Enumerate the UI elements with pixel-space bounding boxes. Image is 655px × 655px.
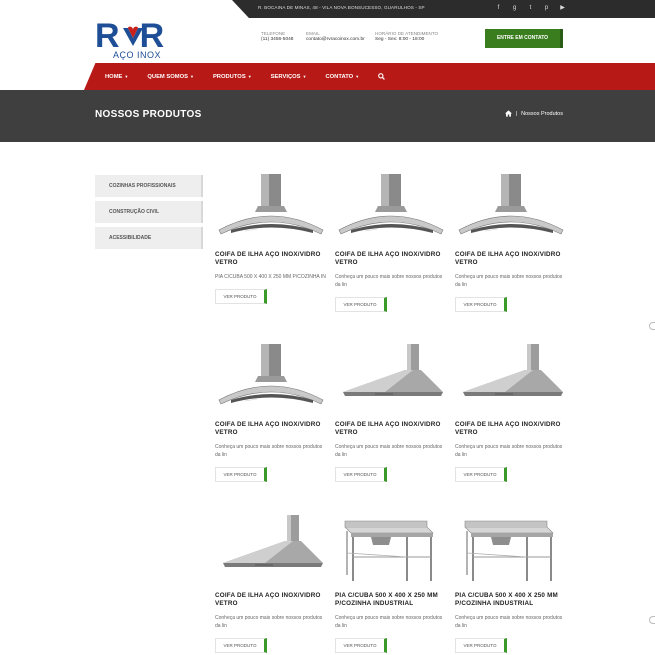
chevron-down-icon: ▼ bbox=[355, 74, 360, 79]
nav-label: CONTATO bbox=[325, 73, 354, 80]
address-text: R. BOCAINA DE MINAS, 48 - VILA NOVA BONS… bbox=[258, 5, 425, 10]
product-image[interactable] bbox=[455, 172, 567, 242]
product-card[interactable]: COIFA DE ILHA AÇO INOX/VIDRO VETRO PIA C… bbox=[215, 172, 327, 304]
product-description: Conheça um pouco mais sobre nossos produ… bbox=[455, 274, 563, 288]
hours-label: HORÁRIO DE ATENDIMENTO bbox=[375, 31, 439, 36]
youtube-icon[interactable]: ▶ bbox=[558, 4, 567, 13]
hours-value: Seg - Sex: 8:00 - 18:00 bbox=[375, 37, 425, 42]
email-value[interactable]: contato@rvracoinox.com.br bbox=[306, 37, 365, 43]
view-product-button[interactable]: VER PRODUTO bbox=[215, 289, 267, 304]
product-image[interactable] bbox=[215, 342, 327, 412]
chevron-down-icon: ▼ bbox=[247, 74, 252, 79]
email-label: EMAIL bbox=[306, 31, 320, 36]
google-plus-icon[interactable]: g bbox=[510, 4, 519, 13]
hours-block: HORÁRIO DE ATENDIMENTO Seg - Sex: 8:00 -… bbox=[375, 31, 438, 43]
social-links: f g t p ▶ bbox=[494, 4, 567, 13]
chevron-down-icon: ▼ bbox=[189, 74, 194, 79]
page-title-band: NOSSOS PRODUTOS | Nossos Produtos bbox=[0, 90, 655, 142]
search-icon[interactable] bbox=[378, 73, 386, 80]
product-name[interactable]: PIA C/CUBA 500 X 400 X 250 MM P/COZINHA … bbox=[335, 592, 447, 607]
product-description: PIA C/CUBA 500 X 400 X 250 MM P/COZINHA … bbox=[215, 274, 326, 280]
breadcrumb: | Nossos Produtos bbox=[504, 110, 563, 117]
product-description: Conheça um pouco mais sobre nossos produ… bbox=[335, 615, 443, 629]
product-description: Conheça um pouco mais sobre nossos produ… bbox=[455, 444, 563, 458]
product-description: Conheça um pouco mais sobre nossos produ… bbox=[215, 444, 323, 458]
nav-label: SERVIÇOS bbox=[270, 73, 301, 80]
view-product-button[interactable]: VER PRODUTO bbox=[455, 638, 507, 653]
view-product-button[interactable]: VER PRODUTO bbox=[455, 467, 507, 482]
view-product-button[interactable]: VER PRODUTO bbox=[335, 638, 387, 653]
view-product-button[interactable]: VER PRODUTO bbox=[335, 467, 387, 482]
main-nav: HOME ▼ QUEM SOMOS ▼ PRODUTOS ▼ SERVIÇOS ▼ CO… bbox=[105, 63, 404, 90]
phone-label: TELEFONE bbox=[261, 31, 286, 36]
product-card[interactable]: COIFA DE ILHA AÇO INOX/VIDRO VETRO Conhe… bbox=[215, 513, 327, 653]
breadcrumb-current: Nossos Produtos bbox=[521, 110, 563, 117]
logo-heart-icon bbox=[123, 26, 143, 46]
email-block: EMAIL contato@rvracoinox.com.br bbox=[306, 31, 365, 43]
product-description: Conheça um pouco mais sobre nossos produ… bbox=[215, 615, 323, 629]
product-name[interactable]: COIFA DE ILHA AÇO INOX/VIDRO VETRO bbox=[215, 251, 327, 266]
nav-item-home[interactable]: HOME ▼ bbox=[105, 74, 128, 80]
product-name[interactable]: PIA C/CUBA 500 X 400 X 250 MM P/COZINHA … bbox=[455, 592, 567, 607]
page-title: NOSSOS PRODUTOS bbox=[95, 109, 202, 120]
chevron-down-icon: ▼ bbox=[124, 74, 129, 79]
product-description: Conheça um pouco mais sobre nossos produ… bbox=[455, 615, 563, 629]
product-card[interactable]: COIFA DE ILHA AÇO INOX/VIDRO VETRO Conhe… bbox=[335, 172, 447, 312]
product-card[interactable]: COIFA DE ILHA AÇO INOX/VIDRO VETRO Conhe… bbox=[455, 342, 567, 482]
product-card[interactable]: COIFA DE ILHA AÇO INOX/VIDRO VETRO Conhe… bbox=[215, 342, 327, 482]
product-image[interactable] bbox=[455, 513, 567, 583]
nav-label: PRODUTOS bbox=[212, 73, 246, 80]
scroll-handle[interactable] bbox=[649, 322, 655, 330]
site-logo[interactable]: RR AÇO INOX bbox=[95, 19, 177, 62]
product-name[interactable]: COIFA DE ILHA AÇO INOX/VIDRO VETRO bbox=[335, 421, 447, 436]
product-name[interactable]: COIFA DE ILHA AÇO INOX/VIDRO VETRO bbox=[215, 421, 327, 436]
scroll-handle[interactable] bbox=[649, 616, 655, 624]
view-product-button[interactable]: VER PRODUTO bbox=[215, 467, 267, 482]
nav-label: HOME bbox=[105, 73, 123, 80]
product-image[interactable] bbox=[455, 342, 567, 412]
product-image[interactable] bbox=[335, 513, 447, 583]
pinterest-icon[interactable]: p bbox=[542, 4, 551, 13]
product-name[interactable]: COIFA DE ILHA AÇO INOX/VIDRO VETRO bbox=[335, 251, 447, 266]
product-description: Conheça um pouco mais sobre nossos produ… bbox=[335, 274, 443, 288]
chevron-down-icon: ▼ bbox=[302, 74, 307, 79]
nav-item-contato[interactable]: CONTATO ▼ bbox=[325, 74, 359, 80]
nav-item-quem-somos[interactable]: QUEM SOMOS ▼ bbox=[147, 74, 194, 80]
product-card[interactable]: COIFA DE ILHA AÇO INOX/VIDRO VETRO Conhe… bbox=[455, 172, 567, 312]
product-card[interactable]: PIA C/CUBA 500 X 400 X 250 MM P/COZINHA … bbox=[335, 513, 447, 653]
phone-block: TELEFONE (11) 3456-5048 bbox=[261, 31, 293, 43]
product-image[interactable] bbox=[335, 342, 447, 412]
home-icon[interactable] bbox=[504, 110, 512, 117]
category-acessibilidade[interactable]: ACESSIBILIDADE bbox=[95, 227, 203, 249]
product-card[interactable]: PIA C/CUBA 500 X 400 X 250 MM P/COZINHA … bbox=[455, 513, 567, 653]
product-name[interactable]: COIFA DE ILHA AÇO INOX/VIDRO VETRO bbox=[215, 592, 327, 607]
product-image[interactable] bbox=[215, 172, 327, 242]
product-name[interactable]: COIFA DE ILHA AÇO INOX/VIDRO VETRO bbox=[455, 251, 567, 266]
nav-label: QUEM SOMOS bbox=[147, 73, 188, 80]
category-sidebar: COZINHAS PROFISSIONAIS CONSTRUÇÃO CIVIL … bbox=[95, 175, 203, 253]
phone-value[interactable]: (11) 3456-5048 bbox=[261, 37, 293, 43]
twitter-icon[interactable]: t bbox=[526, 4, 535, 13]
view-product-button[interactable]: VER PRODUTO bbox=[455, 297, 507, 312]
product-image[interactable] bbox=[215, 513, 327, 583]
category-cozinhas[interactable]: COZINHAS PROFISSIONAIS bbox=[95, 175, 203, 197]
logo-subtitle: AÇO INOX bbox=[113, 50, 162, 60]
nav-item-servicos[interactable]: SERVIÇOS ▼ bbox=[271, 74, 307, 80]
product-name[interactable]: COIFA DE ILHA AÇO INOX/VIDRO VETRO bbox=[455, 421, 567, 436]
facebook-icon[interactable]: f bbox=[494, 4, 503, 13]
category-construcao[interactable]: CONSTRUÇÃO CIVIL bbox=[95, 201, 203, 223]
view-product-button[interactable]: VER PRODUTO bbox=[335, 297, 387, 312]
product-description: Conheça um pouco mais sobre nossos produ… bbox=[335, 444, 443, 458]
breadcrumb-separator: | bbox=[515, 110, 518, 117]
nav-item-produtos[interactable]: PRODUTOS ▼ bbox=[213, 74, 252, 80]
view-product-button[interactable]: VER PRODUTO bbox=[215, 638, 267, 653]
product-card[interactable]: COIFA DE ILHA AÇO INOX/VIDRO VETRO Conhe… bbox=[335, 342, 447, 482]
product-image[interactable] bbox=[335, 172, 447, 242]
contact-cta-button[interactable]: ENTRE EM CONTATO bbox=[485, 29, 563, 48]
